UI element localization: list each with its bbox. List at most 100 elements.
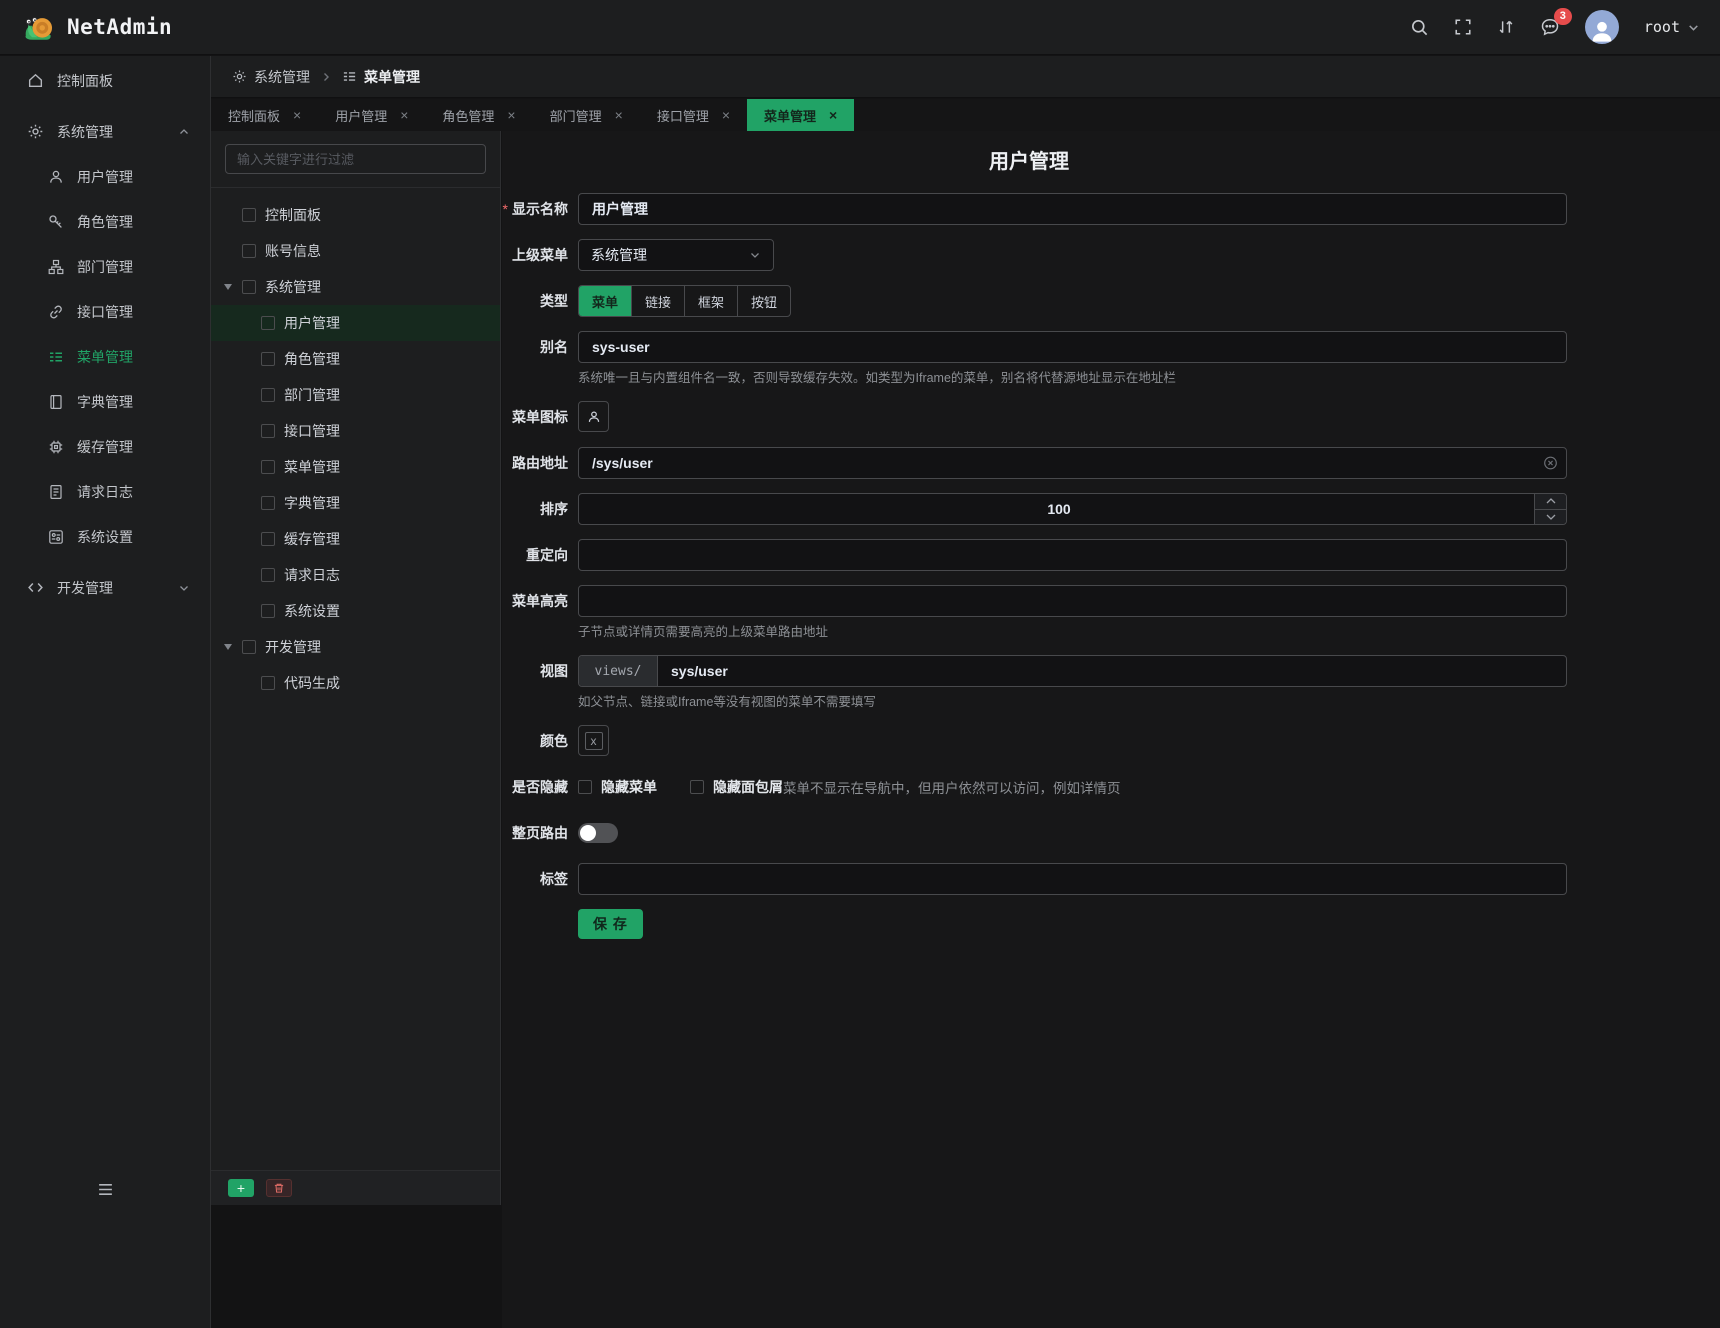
type-option-link[interactable]: 链接 — [632, 286, 685, 316]
tab-roles[interactable]: 角色管理 × — [425, 99, 532, 131]
sidebar-item-cache[interactable]: 缓存管理 — [0, 424, 210, 469]
hide-menu-checkbox-group[interactable]: 隐藏菜单 — [578, 777, 657, 797]
checkbox[interactable] — [261, 676, 275, 690]
tree-node[interactable]: 角色管理 — [211, 341, 500, 377]
tree-node[interactable]: 请求日志 — [211, 557, 500, 593]
tree-node[interactable]: 账号信息 — [211, 233, 500, 269]
caret-down-icon[interactable] — [224, 644, 242, 650]
checkbox[interactable] — [261, 316, 275, 330]
tree-node[interactable]: 控制面板 — [211, 197, 500, 233]
sidebar-item-dashboard[interactable]: 控制面板 — [0, 58, 210, 103]
checkbox[interactable] — [261, 460, 275, 474]
save-button[interactable]: 保 存 — [578, 909, 643, 939]
fullscreen-icon[interactable] — [1454, 18, 1472, 36]
avatar[interactable] — [1585, 10, 1619, 44]
display-name-input[interactable] — [578, 193, 1567, 225]
tree-node[interactable]: 字典管理 — [211, 485, 500, 521]
tree-node[interactable]: 系统管理 — [211, 269, 500, 305]
clear-icon[interactable] — [1543, 456, 1558, 471]
full-page-toggle[interactable] — [578, 823, 618, 843]
field-menu-icon: 菜单图标 — [502, 401, 1720, 433]
type-option-menu[interactable]: 菜单 — [579, 286, 632, 316]
tree-node[interactable]: 接口管理 — [211, 413, 500, 449]
sidebar-collapse-button[interactable] — [0, 1172, 210, 1206]
close-icon[interactable]: × — [722, 108, 730, 122]
checkbox[interactable] — [242, 640, 256, 654]
route-input[interactable] — [578, 447, 1567, 479]
empty-color-mark: x — [585, 732, 603, 750]
tab-menus[interactable]: 菜单管理 × — [747, 99, 854, 131]
tree-node[interactable]: 开发管理 — [211, 629, 500, 665]
menu-list-icon — [342, 69, 357, 84]
search-icon[interactable] — [1410, 18, 1429, 37]
checkbox[interactable] — [261, 604, 275, 618]
checkbox[interactable] — [242, 208, 256, 222]
sidebar-item-settings[interactable]: 系统设置 — [0, 514, 210, 559]
checkbox[interactable] — [578, 780, 592, 794]
caret-down-icon[interactable] — [224, 284, 242, 290]
tree-filter-input[interactable] — [237, 152, 474, 167]
notifications-icon[interactable]: 3 — [1540, 17, 1560, 37]
checkbox[interactable] — [690, 780, 704, 794]
brand[interactable]: NetAdmin — [20, 10, 172, 44]
tab-api[interactable]: 接口管理 × — [640, 99, 747, 131]
view-input[interactable] — [658, 656, 1566, 686]
checkbox[interactable] — [261, 424, 275, 438]
color-picker-button[interactable]: x — [578, 725, 609, 756]
highlight-input[interactable] — [578, 585, 1567, 617]
add-node-button[interactable]: + — [228, 1179, 254, 1197]
sidebar-item-dictionary[interactable]: 字典管理 — [0, 379, 210, 424]
sidebar-item-development[interactable]: 开发管理 — [0, 565, 210, 610]
close-icon[interactable]: × — [615, 108, 623, 122]
view-prefix: views/ — [579, 656, 658, 686]
chevron-down-icon — [1687, 21, 1700, 34]
parent-menu-select[interactable]: 系统管理 — [578, 239, 774, 271]
checkbox[interactable] — [242, 244, 256, 258]
redirect-input[interactable] — [578, 539, 1567, 571]
switch-arrows-icon[interactable] — [1497, 18, 1515, 36]
tree-node[interactable]: 菜单管理 — [211, 449, 500, 485]
sidebar-item-roles[interactable]: 角色管理 — [0, 199, 210, 244]
cpu-icon — [48, 439, 64, 455]
tab-dashboard[interactable]: 控制面板 × — [211, 99, 318, 131]
form-title: 用户管理 — [502, 145, 1556, 174]
checkbox[interactable] — [261, 496, 275, 510]
checkbox[interactable] — [261, 352, 275, 366]
tree-node[interactable]: 代码生成 — [211, 665, 500, 701]
close-icon[interactable]: × — [507, 108, 515, 122]
sort-input[interactable] — [578, 493, 1567, 525]
checkbox[interactable] — [261, 532, 275, 546]
checkbox[interactable] — [261, 568, 275, 582]
toggle-knob — [580, 825, 596, 841]
close-icon[interactable]: × — [293, 108, 301, 122]
sidebar-item-label: 控制面板 — [57, 71, 113, 91]
step-up-button[interactable] — [1535, 494, 1566, 510]
sidebar-item-users[interactable]: 用户管理 — [0, 154, 210, 199]
type-option-iframe[interactable]: 框架 — [685, 286, 738, 316]
close-icon[interactable]: × — [400, 108, 408, 122]
tree-node[interactable]: 系统设置 — [211, 593, 500, 629]
sidebar-item-menus[interactable]: 菜单管理 — [0, 334, 210, 379]
delete-node-button[interactable] — [266, 1179, 292, 1197]
close-icon[interactable]: × — [829, 108, 837, 122]
checkbox[interactable] — [261, 388, 275, 402]
checkbox[interactable] — [242, 280, 256, 294]
sidebar-item-request-log[interactable]: 请求日志 — [0, 469, 210, 514]
sidebar-item-departments[interactable]: 部门管理 — [0, 244, 210, 289]
tags-input[interactable] — [578, 863, 1567, 895]
tree-node[interactable]: 缓存管理 — [211, 521, 500, 557]
sidebar-item-api[interactable]: 接口管理 — [0, 289, 210, 334]
sidebar-item-system[interactable]: 系统管理 — [0, 109, 210, 154]
alias-input[interactable] — [578, 331, 1567, 363]
key-icon — [48, 214, 64, 230]
tab-users[interactable]: 用户管理 × — [318, 99, 425, 131]
type-option-button[interactable]: 按钮 — [738, 286, 790, 316]
user-menu[interactable]: root — [1644, 18, 1700, 36]
tree-node[interactable]: 部门管理 — [211, 377, 500, 413]
tab-departments[interactable]: 部门管理 × — [533, 99, 640, 131]
breadcrumb-item-system[interactable]: 系统管理 — [232, 67, 310, 87]
hide-breadcrumb-checkbox-group[interactable]: 隐藏面包屑 — [690, 777, 783, 797]
menu-icon-picker[interactable] — [578, 401, 609, 432]
tree-node-selected[interactable]: 用户管理 — [211, 305, 500, 341]
step-down-button[interactable] — [1535, 510, 1566, 525]
